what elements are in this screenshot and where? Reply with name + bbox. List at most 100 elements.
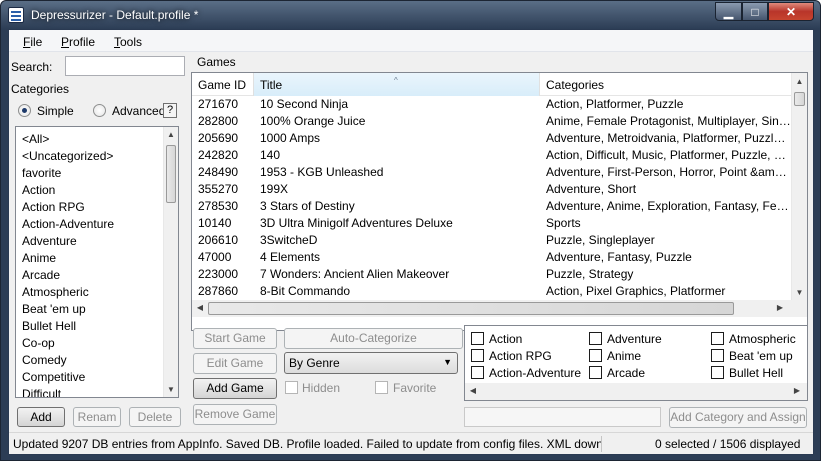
category-list-item[interactable]: favorite [22,165,61,182]
window-controls: ▁ □ ✕ [715,2,814,21]
category-list-item[interactable]: Adventure [22,233,77,250]
category-list-item[interactable]: Action [22,182,55,199]
table-row[interactable]: 271670 10 Second Ninja Action, Platformer,… [192,96,792,113]
add-category-assign-button[interactable]: Add Category and Assign [669,407,807,428]
category-checkbox[interactable] [471,332,484,345]
table-row[interactable]: 287860 8-Bit Commando Action, Pixel Graphi… [192,283,792,300]
table-row[interactable]: 205690 1000 Amps Adventure, Metroidvania, … [192,130,792,147]
games-grid-vscroll[interactable]: ▲ ▼ [791,73,807,300]
add-category-button[interactable]: Add [17,407,65,427]
scroll-down-arrow-icon[interactable]: ▼ [164,385,178,394]
auto-categorize-button[interactable]: Auto-Categorize [284,328,463,349]
grid-hscroll-thumb[interactable] [208,302,734,315]
category-checkbox[interactable] [711,332,724,345]
title-bar[interactable]: Depressurizer - Default.profile * ▁ □ ✕ [1,1,820,29]
menu-profile[interactable]: Profile [61,35,95,49]
table-row[interactable]: 248490 1953 - KGB Unleashed Adventure, Fir… [192,164,792,181]
category-list-item[interactable]: Bullet Hell [22,318,76,335]
main-client-area: File Profile Tools Search: Categories Si… [8,29,814,455]
category-list-item[interactable]: Action RPG [22,199,85,216]
games-grid[interactable]: Game ID ^ Title Categories 271670 10 Seco… [191,72,808,331]
table-row[interactable]: 278530 3 Stars of Destiny Adventure, Anime… [192,198,792,215]
add-game-button[interactable]: Add Game [193,378,277,399]
categories-cell: Adventure, Short [546,182,637,196]
game-id-cell: 355270 [198,182,239,196]
new-category-input[interactable] [464,407,661,427]
hidden-checkbox[interactable] [285,381,298,394]
category-list[interactable]: <All> <Uncategorized> favorite Action Action… [15,126,179,398]
app-icon[interactable] [8,7,24,23]
table-row[interactable]: 47000 4 Elements Adventure, Fantasy, Puzzl… [192,249,792,266]
table-row[interactable]: 282800 100% Orange Juice Anime, Female Pro… [192,113,792,130]
category-list-item[interactable]: Comedy [22,352,67,369]
table-row[interactable]: 355270 199X Adventure, Short [192,181,792,198]
rename-category-button[interactable]: Renam [73,407,121,427]
category-list-item[interactable]: <Uncategorized> [22,148,113,165]
panel-scroll-right-icon[interactable]: ▶ [791,386,803,395]
simple-mode-label: Simple [37,104,74,118]
game-id-cell: 282800 [198,114,239,128]
game-id-cell: 242820 [198,148,239,162]
category-list-item[interactable]: Beat 'em up [22,301,86,318]
category-list-item[interactable]: Competitive [22,369,85,386]
category-panel-hscroll[interactable]: ◀ ▶ [465,383,807,400]
scroll-thumb[interactable] [166,145,176,203]
category-list-item[interactable]: Co-op [22,335,55,352]
close-button[interactable]: ✕ [768,2,814,21]
category-checkbox-label: Action [489,332,523,346]
simple-mode-radio[interactable] [18,104,31,117]
minimize-button[interactable]: ▁ [715,2,742,21]
menu-tools-label: ools [120,35,143,49]
column-categories[interactable]: Categories [540,73,792,96]
game-id-cell: 271670 [198,97,239,111]
scroll-up-arrow-icon[interactable]: ▲ [164,130,178,139]
table-row[interactable]: 206610 3SwitcheD Puzzle, Singleplayer [192,232,792,249]
remove-game-button[interactable]: Remove Game [193,404,277,425]
delete-category-button[interactable]: Delete [129,407,181,427]
close-icon: ✕ [785,4,797,19]
category-checkbox[interactable] [471,349,484,362]
game-id-cell: 248490 [198,165,239,179]
edit-game-button[interactable]: Edit Game [193,353,277,374]
title-cell: 3SwitcheD [260,233,318,247]
category-list-item[interactable]: Anime [22,250,56,267]
panel-scroll-left-icon[interactable]: ◀ [467,386,479,395]
favorite-checkbox[interactable] [375,381,388,394]
title-cell: 3 Stars of Destiny [260,199,355,213]
category-list-item[interactable]: <All> [22,131,49,148]
grid-scroll-up-icon[interactable]: ▲ [792,77,807,86]
game-id-cell: 287860 [198,284,239,298]
table-row[interactable]: 242820 140 Action, Difficult, Music, Platf… [192,147,792,164]
table-row[interactable]: 223000 7 Wonders: Ancient Alien Makeover P… [192,266,792,283]
help-button[interactable]: ? [163,103,177,118]
category-checkbox[interactable] [471,366,484,379]
search-input[interactable] [65,56,185,76]
games-grid-hscroll[interactable]: ◀ ▶ [192,300,807,317]
autocat-profile-select[interactable]: By Genre ▼ [284,352,458,374]
start-game-button[interactable]: Start Game [193,328,277,349]
title-cell: 140 [260,148,281,162]
table-row[interactable]: 10140 3D Ultra Minigolf Adventures Deluxe… [192,215,792,232]
category-list-item[interactable]: Atmospheric [22,284,89,301]
category-checkbox-panel: Action Adventure Atmospheric Action RPG Anim… [464,325,808,401]
category-list-item[interactable]: Action-Adventure [22,216,114,233]
maximize-button[interactable]: □ [742,2,768,21]
grid-vscroll-thumb[interactable] [794,92,805,106]
category-list-item[interactable]: Arcade [22,267,60,284]
category-checkbox[interactable] [589,349,602,362]
column-title[interactable]: ^ Title [254,73,540,96]
menu-tools[interactable]: Tools [114,35,142,49]
category-checkbox[interactable] [589,332,602,345]
grid-scroll-down-icon[interactable]: ▼ [792,288,807,297]
grid-scroll-right-icon[interactable]: ▶ [774,303,786,312]
menu-file[interactable]: File [23,35,42,49]
category-list-scrollbar[interactable]: ▲ ▼ [163,127,178,397]
title-cell: 1000 Amps [260,131,321,145]
category-checkbox[interactable] [589,366,602,379]
category-list-item[interactable]: Difficult [22,386,61,397]
advanced-mode-radio[interactable] [93,104,106,117]
category-checkbox[interactable] [711,366,724,379]
column-game-id[interactable]: Game ID [192,73,254,96]
grid-scroll-left-icon[interactable]: ◀ [194,303,206,312]
category-checkbox[interactable] [711,349,724,362]
